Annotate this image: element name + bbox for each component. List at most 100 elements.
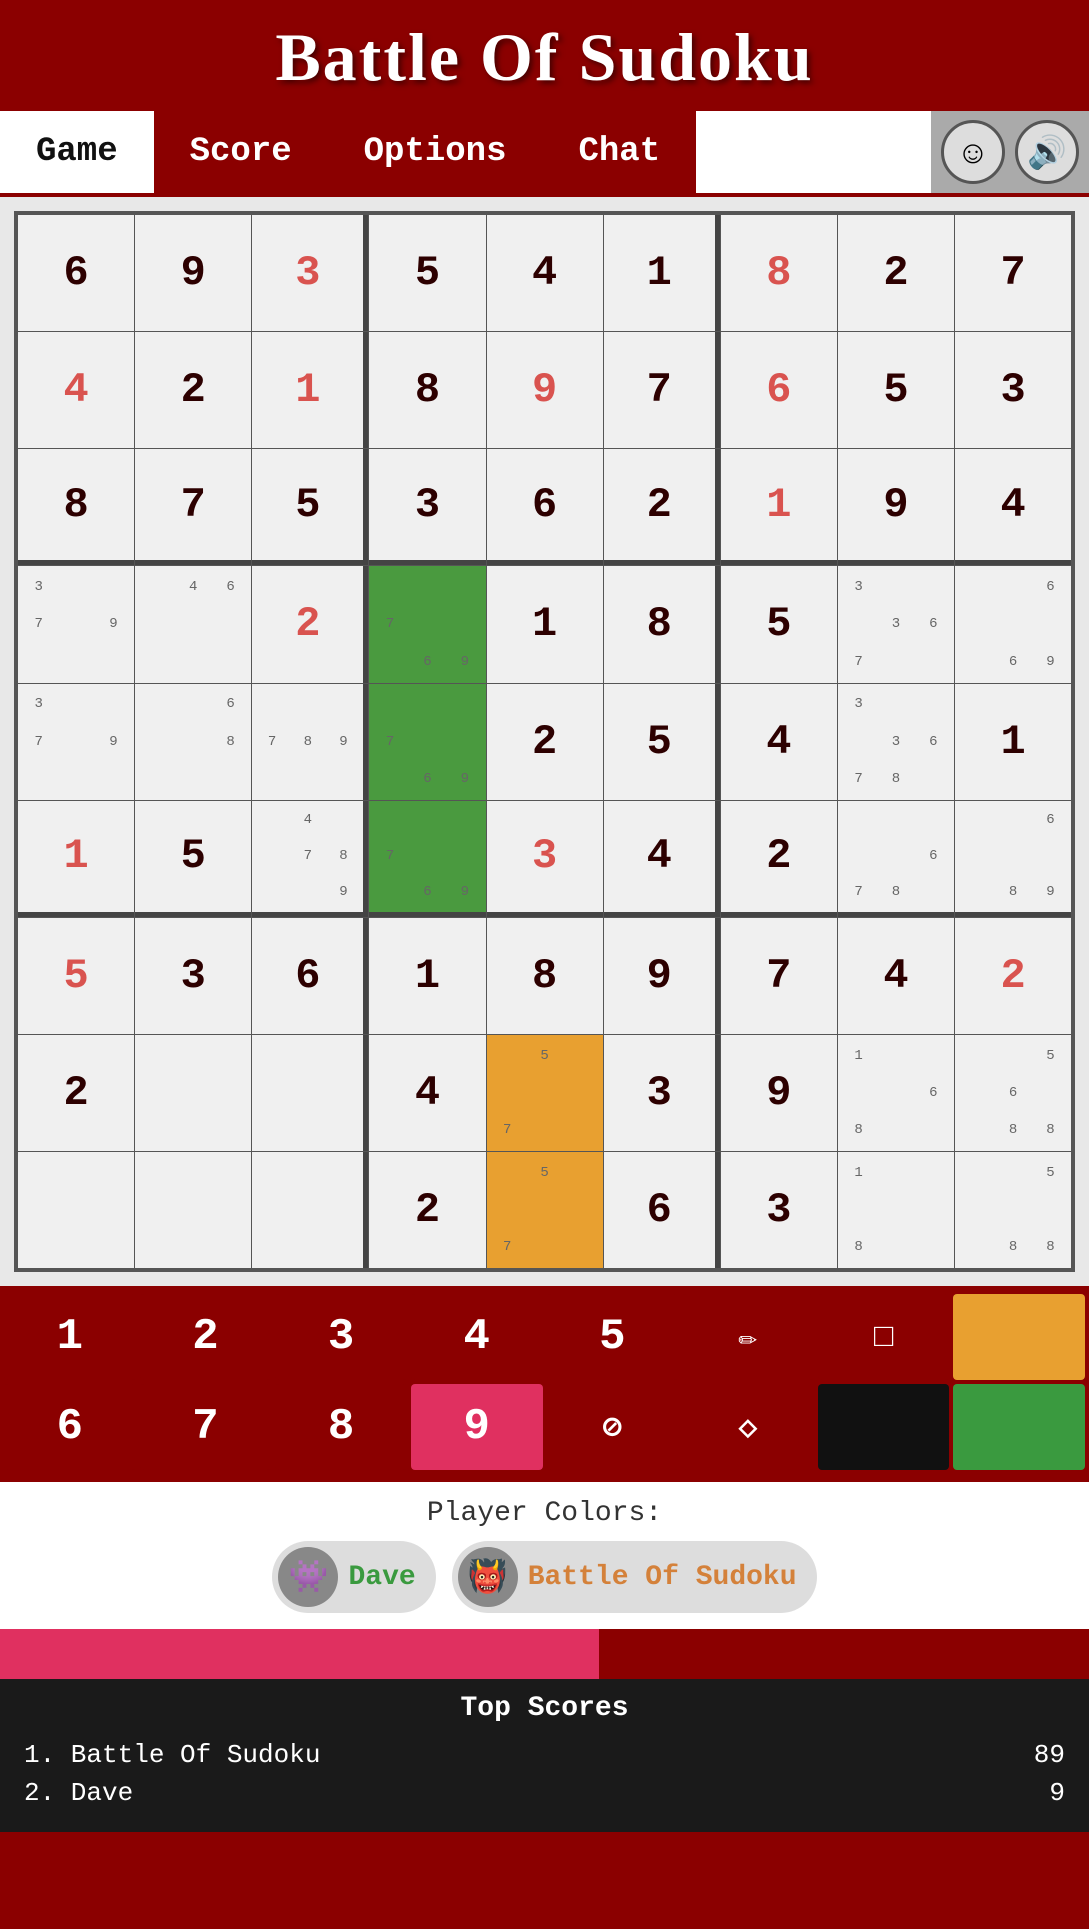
color-black[interactable] — [818, 1384, 950, 1470]
emoji-button[interactable]: ☺ — [941, 120, 1005, 184]
cell[interactable]: 8 — [604, 566, 720, 682]
cell[interactable]: 5 — [252, 449, 368, 565]
numpad-1[interactable]: 1 — [4, 1294, 136, 1380]
tab-game[interactable]: Game — [0, 111, 154, 193]
cell[interactable]: 1 — [18, 801, 134, 917]
cell[interactable]: 3 — [955, 332, 1071, 448]
cell[interactable]: 46 — [135, 566, 251, 682]
numpad-3[interactable]: 3 — [275, 1294, 407, 1380]
cell[interactable]: 5 — [838, 332, 954, 448]
cell[interactable] — [252, 1035, 368, 1151]
cell[interactable]: 9 — [721, 1035, 837, 1151]
cell[interactable]: 1 — [369, 918, 485, 1034]
cell[interactable]: 689 — [955, 801, 1071, 917]
cell[interactable]: 18 — [838, 1152, 954, 1268]
cell[interactable]: 4 — [721, 684, 837, 800]
cell[interactable]: 6 — [487, 449, 603, 565]
tab-score[interactable]: Score — [154, 111, 328, 193]
cell[interactable]: 3 — [721, 1152, 837, 1268]
cell[interactable]: 1 — [604, 215, 720, 331]
cell[interactable]: 9 — [487, 332, 603, 448]
cell[interactable]: 4 — [18, 332, 134, 448]
cell[interactable]: 2 — [721, 801, 837, 917]
tab-chat[interactable]: Chat — [542, 111, 696, 193]
cell[interactable] — [18, 1152, 134, 1268]
cell[interactable]: 3 — [487, 801, 603, 917]
numpad-7[interactable]: 7 — [140, 1384, 272, 1470]
cell[interactable]: 2 — [252, 566, 368, 682]
cell[interactable]: 5 — [604, 684, 720, 800]
cell[interactable]: 2 — [135, 332, 251, 448]
diamond[interactable]: ◇ — [682, 1384, 814, 1470]
cell[interactable]: 4 — [604, 801, 720, 917]
cell[interactable]: 6 — [604, 1152, 720, 1268]
cell[interactable]: 588 — [955, 1152, 1071, 1268]
numpad-9[interactable]: 9 — [411, 1384, 543, 1470]
cell[interactable]: 6 — [252, 918, 368, 1034]
cell[interactable]: 2 — [955, 918, 1071, 1034]
cell[interactable]: 7 — [721, 918, 837, 1034]
cell[interactable]: 789 — [252, 684, 368, 800]
numpad-2[interactable]: 2 — [140, 1294, 272, 1380]
cell[interactable]: 4789 — [252, 801, 368, 917]
cell[interactable]: 1 — [252, 332, 368, 448]
cell[interactable]: 8 — [487, 918, 603, 1034]
cell[interactable] — [135, 1152, 251, 1268]
cell[interactable]: 9 — [604, 918, 720, 1034]
cell[interactable]: 3 — [369, 449, 485, 565]
cell[interactable]: 769 — [369, 684, 485, 800]
cell[interactable]: 4 — [487, 215, 603, 331]
cell[interactable]: 2 — [369, 1152, 485, 1268]
cell[interactable]: 3 — [604, 1035, 720, 1151]
color-orange[interactable] — [953, 1294, 1085, 1380]
cell[interactable]: 8 — [18, 449, 134, 565]
cell[interactable]: 3 — [135, 918, 251, 1034]
erase[interactable]: ⊘ — [547, 1384, 679, 1470]
cell[interactable]: 2 — [18, 1035, 134, 1151]
cell[interactable]: 3367 — [838, 566, 954, 682]
cell[interactable]: 68 — [135, 684, 251, 800]
numpad-6[interactable]: 6 — [4, 1384, 136, 1470]
cell[interactable] — [252, 1152, 368, 1268]
pencil[interactable]: ✏ — [682, 1294, 814, 1380]
cell[interactable]: 5 — [18, 918, 134, 1034]
cell[interactable]: 769 — [369, 801, 485, 917]
cell[interactable]: 2 — [487, 684, 603, 800]
cell[interactable]: 3 — [252, 215, 368, 331]
cell[interactable]: 57 — [487, 1152, 603, 1268]
numpad-4[interactable]: 4 — [411, 1294, 543, 1380]
cell[interactable]: 1 — [487, 566, 603, 682]
sound-button[interactable]: 🔊 — [1015, 120, 1079, 184]
cell[interactable] — [135, 1035, 251, 1151]
cell[interactable]: 678 — [838, 801, 954, 917]
cell[interactable]: 1 — [721, 449, 837, 565]
cell[interactable]: 6 — [721, 332, 837, 448]
cell[interactable]: 33678 — [838, 684, 954, 800]
cell[interactable]: 7 — [135, 449, 251, 565]
cell[interactable]: 6 — [18, 215, 134, 331]
cell[interactable]: 1 — [955, 684, 1071, 800]
numpad-5[interactable]: 5 — [547, 1294, 679, 1380]
cell[interactable]: 5 — [721, 566, 837, 682]
cell[interactable]: 5688 — [955, 1035, 1071, 1151]
cell[interactable]: 5 — [135, 801, 251, 917]
cell[interactable]: 9 — [135, 215, 251, 331]
cell[interactable]: 168 — [838, 1035, 954, 1151]
numpad-8[interactable]: 8 — [275, 1384, 407, 1470]
cell[interactable]: 4 — [369, 1035, 485, 1151]
cell[interactable]: 8 — [721, 215, 837, 331]
cell[interactable]: 2 — [604, 449, 720, 565]
cell[interactable]: 379 — [18, 566, 134, 682]
cell[interactable]: 4 — [838, 918, 954, 1034]
cell[interactable]: 2 — [838, 215, 954, 331]
cell[interactable]: 7 — [955, 215, 1071, 331]
cell[interactable]: 5 — [369, 215, 485, 331]
cell[interactable]: 7 — [604, 332, 720, 448]
cell[interactable]: 669 — [955, 566, 1071, 682]
square[interactable]: □ — [818, 1294, 950, 1380]
color-green[interactable] — [953, 1384, 1085, 1470]
cell[interactable]: 4 — [955, 449, 1071, 565]
tab-options[interactable]: Options — [328, 111, 543, 193]
cell[interactable]: 769 — [369, 566, 485, 682]
cell[interactable]: 9 — [838, 449, 954, 565]
